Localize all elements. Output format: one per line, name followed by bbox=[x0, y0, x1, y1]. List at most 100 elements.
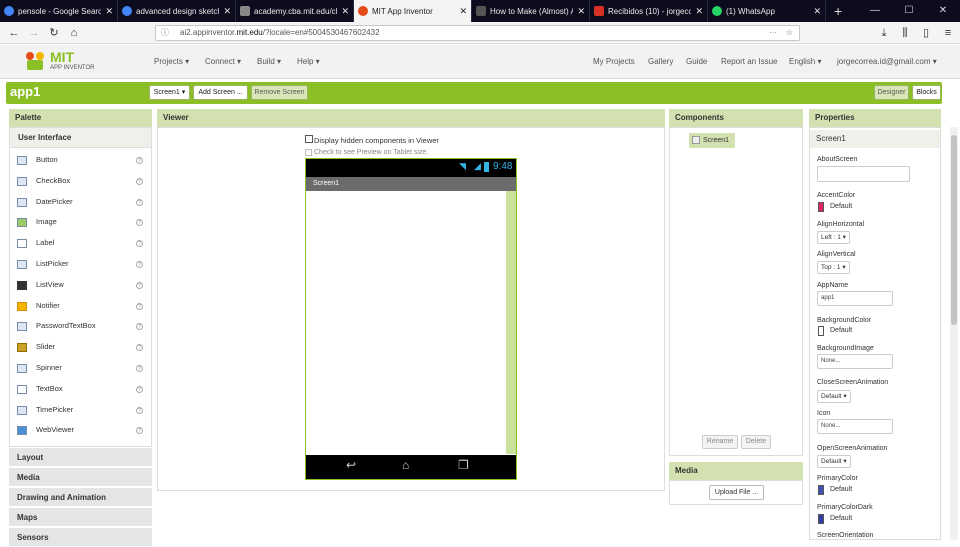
menu-guide[interactable]: Guide bbox=[686, 57, 707, 66]
browser-tab-app-inventor[interactable]: MIT App Inventor ✕ bbox=[354, 0, 472, 22]
palette-section-drawing[interactable]: Drawing and Animation bbox=[9, 488, 152, 507]
menu-report-issue[interactable]: Report an Issue bbox=[721, 57, 777, 66]
prop-about-screen-textarea[interactable] bbox=[817, 166, 910, 182]
help-icon[interactable]: ? bbox=[136, 323, 143, 331]
palette-item-button[interactable]: Button? bbox=[10, 150, 151, 171]
close-icon[interactable]: ✕ bbox=[459, 6, 467, 17]
palette-item-passwordtextbox[interactable]: PasswordTextBox? bbox=[10, 316, 151, 337]
menu-account[interactable]: jorgecorrea.id@gmail.com ▾ bbox=[837, 57, 937, 66]
prop-close-animation-select[interactable]: Default ▾ bbox=[817, 390, 851, 403]
close-icon[interactable]: ✕ bbox=[577, 6, 585, 17]
accent-color-swatch[interactable] bbox=[818, 202, 824, 212]
blocks-button[interactable]: Blocks bbox=[912, 85, 941, 100]
prop-bg-color-value[interactable]: Default bbox=[830, 327, 852, 334]
palette-item-label[interactable]: Label? bbox=[10, 233, 151, 254]
help-icon[interactable]: ? bbox=[136, 364, 143, 372]
help-icon[interactable]: ? bbox=[136, 281, 143, 289]
prop-bg-image-input[interactable]: None... bbox=[817, 354, 893, 369]
bg-color-swatch[interactable] bbox=[818, 326, 824, 336]
help-icon[interactable]: ? bbox=[136, 260, 143, 268]
help-icon[interactable]: ? bbox=[136, 240, 143, 248]
palette-item-textbox[interactable]: TextBox? bbox=[10, 379, 151, 400]
delete-button[interactable]: Delete bbox=[741, 435, 771, 449]
address-bar[interactable]: ⓘ ai2.appinventor.mit.edu/?locale=en#500… bbox=[155, 25, 800, 41]
help-icon[interactable]: ? bbox=[136, 406, 143, 414]
palette-item-image[interactable]: Image? bbox=[10, 212, 151, 233]
help-icon[interactable]: ? bbox=[136, 198, 143, 206]
close-icon[interactable]: ✕ bbox=[341, 6, 349, 17]
help-icon[interactable]: ? bbox=[136, 427, 143, 435]
palette-item-checkbox[interactable]: CheckBox? bbox=[10, 171, 151, 192]
tablet-preview-checkbox[interactable] bbox=[305, 149, 312, 156]
primary-color-swatch[interactable] bbox=[818, 485, 824, 495]
palette-item-listpicker[interactable]: ListPicker? bbox=[10, 254, 151, 275]
menu-language[interactable]: English ▾ bbox=[789, 57, 821, 66]
info-icon[interactable]: ⓘ bbox=[161, 26, 169, 40]
prop-primary-color-dark-value[interactable]: Default bbox=[830, 515, 852, 522]
downloads-icon[interactable]: ⤓ bbox=[876, 25, 892, 41]
close-icon[interactable]: ✕ bbox=[223, 6, 231, 17]
prop-align-vertical-select[interactable]: Top : 1 ▾ bbox=[817, 261, 850, 274]
help-icon[interactable]: ? bbox=[136, 385, 143, 393]
palette-item-datepicker[interactable]: DatePicker? bbox=[10, 192, 151, 213]
designer-button[interactable]: Designer bbox=[874, 85, 909, 100]
palette-section-layout[interactable]: Layout bbox=[9, 448, 152, 467]
help-icon[interactable]: ? bbox=[136, 344, 143, 352]
library-icon[interactable]: ⫼ bbox=[897, 25, 913, 41]
add-screen-button[interactable]: Add Screen ... bbox=[193, 85, 248, 100]
palette-item-timepicker[interactable]: TimePicker? bbox=[10, 400, 151, 421]
palette-section-user-interface[interactable]: User Interface bbox=[10, 128, 151, 148]
palette-section-maps[interactable]: Maps bbox=[9, 508, 152, 527]
prop-icon-input[interactable]: None... bbox=[817, 419, 893, 434]
help-icon[interactable]: ? bbox=[136, 302, 143, 310]
palette-item-webviewer[interactable]: WebViewer? bbox=[10, 420, 151, 441]
browser-tab-gmail[interactable]: Recibidos (10) - jorgeco ✕ bbox=[590, 0, 708, 22]
forward-icon[interactable]: → bbox=[26, 25, 42, 41]
prop-accent-color-value[interactable]: Default bbox=[830, 203, 852, 210]
browser-tab-google-search[interactable]: pensole - Google Search ✕ bbox=[0, 0, 118, 22]
close-icon[interactable]: ✕ bbox=[105, 6, 113, 17]
palette-item-spinner[interactable]: Spinner? bbox=[10, 358, 151, 379]
prop-open-animation-select[interactable]: Default ▾ bbox=[817, 455, 851, 468]
palette-section-sensors[interactable]: Sensors bbox=[9, 528, 152, 547]
menu-build[interactable]: Build ▾ bbox=[257, 57, 281, 66]
reload-icon[interactable]: ↻ bbox=[46, 25, 62, 41]
palette-item-notifier[interactable]: Notifier? bbox=[10, 296, 151, 317]
browser-tab-how-to-make[interactable]: How to Make (Almost) A ✕ bbox=[472, 0, 590, 22]
palette-item-slider[interactable]: Slider? bbox=[10, 337, 151, 358]
back-icon[interactable]: ← bbox=[6, 25, 22, 41]
close-window-icon[interactable]: ✕ bbox=[926, 0, 960, 22]
component-tree-screen1[interactable]: Screen1 bbox=[689, 133, 735, 148]
hidden-components-checkbox[interactable] bbox=[305, 135, 313, 143]
page-scrollbar-thumb[interactable] bbox=[951, 135, 957, 325]
help-icon[interactable]: ? bbox=[136, 177, 143, 185]
prop-primary-color-value[interactable]: Default bbox=[830, 486, 852, 493]
more-actions-icon[interactable]: ··· bbox=[769, 26, 777, 40]
close-icon[interactable]: ✕ bbox=[695, 6, 703, 17]
bookmark-star-icon[interactable]: ☆ bbox=[786, 26, 793, 40]
new-tab-icon[interactable]: + bbox=[826, 0, 850, 22]
screen-select-dropdown[interactable]: Screen1 ▾ bbox=[149, 85, 190, 100]
hamburger-menu-icon[interactable]: ≡ bbox=[940, 25, 956, 41]
help-icon[interactable]: ? bbox=[136, 157, 143, 164]
browser-tab-design-sketch[interactable]: advanced design sketch ✕ bbox=[118, 0, 236, 22]
primary-dark-color-swatch[interactable] bbox=[818, 514, 824, 524]
menu-my-projects[interactable]: My Projects bbox=[593, 57, 635, 66]
minimize-icon[interactable]: — bbox=[858, 0, 892, 22]
menu-help[interactable]: Help ▾ bbox=[297, 57, 320, 66]
palette-item-listview[interactable]: ListView? bbox=[10, 275, 151, 296]
maximize-icon[interactable]: ☐ bbox=[892, 0, 926, 22]
menu-connect[interactable]: Connect ▾ bbox=[205, 57, 241, 66]
home-icon[interactable]: ⌂ bbox=[66, 25, 82, 41]
sidebar-icon[interactable]: ▯ bbox=[918, 25, 934, 41]
help-icon[interactable]: ? bbox=[136, 219, 143, 227]
remove-screen-button[interactable]: Remove Screen bbox=[251, 85, 308, 100]
menu-projects[interactable]: Projects ▾ bbox=[154, 57, 189, 66]
page-scrollbar[interactable] bbox=[950, 127, 958, 540]
upload-file-button[interactable]: Upload File ... bbox=[709, 485, 764, 500]
rename-button[interactable]: Rename bbox=[702, 435, 738, 449]
prop-align-horizontal-select[interactable]: Left : 1 ▾ bbox=[817, 231, 850, 244]
prop-appname-input[interactable]: app1 bbox=[817, 291, 893, 306]
browser-tab-whatsapp[interactable]: (1) WhatsApp ✕ bbox=[708, 0, 826, 22]
palette-section-media[interactable]: Media bbox=[9, 468, 152, 487]
